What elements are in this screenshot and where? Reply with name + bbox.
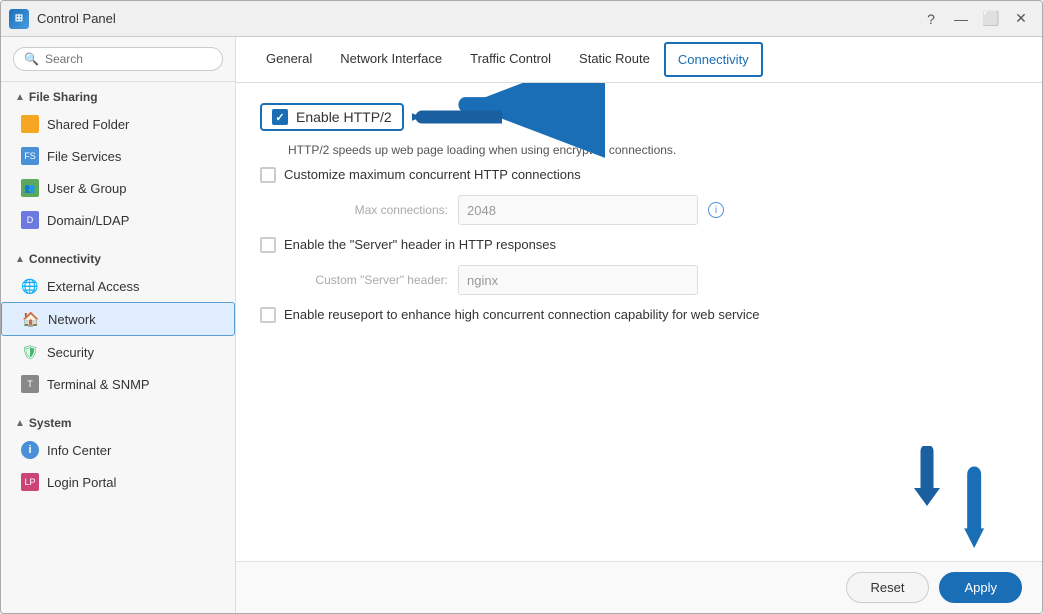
http2-checkbox[interactable] (272, 109, 288, 125)
max-connections-info-icon[interactable]: i (708, 202, 724, 218)
reuseport-checkbox[interactable] (260, 307, 276, 323)
tab-static-route[interactable]: Static Route (565, 39, 664, 80)
sidebar-search-area: 🔍 (1, 37, 235, 82)
apply-button[interactable]: Apply (939, 572, 1022, 603)
search-input[interactable] (45, 52, 212, 66)
server-header-checkbox[interactable] (260, 237, 276, 253)
server-header-input[interactable] (458, 265, 698, 295)
server-header-field-label: Custom "Server" header: (288, 273, 448, 287)
chevron-down-icon-2: ▲ (15, 254, 25, 265)
window-controls: ? — ⬜ ✕ (918, 6, 1034, 32)
server-header-row: Enable the "Server" header in HTTP respo… (260, 237, 1018, 253)
external-access-icon: 🌐 (21, 277, 39, 295)
max-connections-input[interactable] (458, 195, 698, 225)
footer: Reset Apply (236, 561, 1042, 613)
help-button[interactable]: ? (918, 6, 944, 32)
chevron-down-icon: ▲ (15, 92, 25, 103)
folder-icon (21, 115, 39, 133)
http2-label: Enable HTTP/2 (296, 109, 392, 125)
sidebar-item-user-group[interactable]: 👥 User & Group (1, 172, 235, 204)
sidebar-item-file-services[interactable]: FS File Services (1, 140, 235, 172)
domain-icon: D (21, 211, 39, 229)
title-bar: ⊞ Control Panel ? — ⬜ ✕ (1, 1, 1042, 37)
sidebar-item-terminal-snmp[interactable]: T Terminal & SNMP (1, 368, 235, 400)
max-connections-field-row: Max connections: i (260, 195, 1018, 225)
http2-description: HTTP/2 speeds up web page loading when u… (288, 143, 1018, 157)
sidebar: 🔍 ▲ File Sharing Shared Folder FS File S… (1, 37, 236, 613)
sidebar-item-external-access[interactable]: 🌐 External Access (1, 270, 235, 302)
max-connections-checkbox[interactable] (260, 167, 276, 183)
settings-content: Enable HTTP/2 HTTP/2 speeds up web page … (236, 83, 1042, 561)
window: ⊞ Control Panel ? — ⬜ ✕ 🔍 ▲ File Sharing (0, 0, 1043, 614)
reuseport-label: Enable reuseport to enhance high concurr… (284, 307, 760, 322)
info-center-icon: i (21, 441, 39, 459)
tab-connectivity[interactable]: Connectivity (664, 42, 763, 77)
tab-network-interface[interactable]: Network Interface (326, 39, 456, 80)
tab-general[interactable]: General (252, 39, 326, 80)
section-file-sharing[interactable]: ▲ File Sharing (1, 82, 235, 108)
minimize-button[interactable]: — (948, 6, 974, 32)
sidebar-item-security[interactable]: 🛡 Security (1, 336, 235, 368)
maximize-button[interactable]: ⬜ (978, 6, 1004, 32)
server-header-field-row: Custom "Server" header: (260, 265, 1018, 295)
reuseport-row: Enable reuseport to enhance high concurr… (260, 307, 1018, 323)
search-box[interactable]: 🔍 (13, 47, 223, 71)
sidebar-item-domain-ldap[interactable]: D Domain/LDAP (1, 204, 235, 236)
max-connections-label: Customize maximum concurrent HTTP connec… (284, 167, 581, 182)
max-connections-row: Customize maximum concurrent HTTP connec… (260, 167, 1018, 183)
sidebar-item-login-portal[interactable]: LP Login Portal (1, 466, 235, 498)
sidebar-item-info-center[interactable]: i Info Center (1, 434, 235, 466)
search-icon: 🔍 (24, 52, 39, 66)
http2-setting-row: Enable HTTP/2 (260, 103, 404, 131)
arrow-http2 (412, 102, 502, 132)
sidebar-item-shared-folder[interactable]: Shared Folder (1, 108, 235, 140)
content-area: General Network Interface Traffic Contro… (236, 37, 1042, 613)
network-icon: 🏠 (22, 310, 40, 328)
section-system[interactable]: ▲ System (1, 408, 235, 434)
tab-traffic-control[interactable]: Traffic Control (456, 39, 565, 80)
window-title: Control Panel (37, 11, 918, 26)
reset-button[interactable]: Reset (846, 572, 930, 603)
section-connectivity[interactable]: ▲ Connectivity (1, 244, 235, 270)
server-header-label: Enable the "Server" header in HTTP respo… (284, 237, 556, 252)
tabs-bar: General Network Interface Traffic Contro… (236, 37, 1042, 83)
user-group-icon: 👥 (21, 179, 39, 197)
security-icon: 🛡 (21, 343, 39, 361)
sidebar-item-network[interactable]: 🏠 Network (1, 302, 235, 336)
app-icon: ⊞ (9, 9, 29, 29)
terminal-icon: T (21, 375, 39, 393)
chevron-down-icon-3: ▲ (15, 418, 25, 429)
arrow-apply (902, 446, 952, 506)
login-portal-icon: LP (21, 473, 39, 491)
max-connections-field-label: Max connections: (288, 203, 448, 217)
main-layout: 🔍 ▲ File Sharing Shared Folder FS File S… (1, 37, 1042, 613)
file-services-icon: FS (21, 147, 39, 165)
close-button[interactable]: ✕ (1008, 6, 1034, 32)
